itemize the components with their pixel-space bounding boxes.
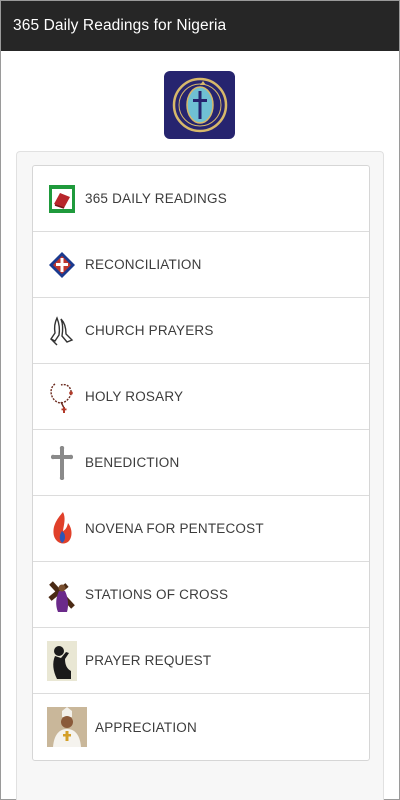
rosary-icon — [47, 380, 77, 414]
menu-item-label: 365 DAILY READINGS — [85, 191, 227, 206]
stations-cross-icon — [47, 578, 77, 612]
menu-item-novena-pentecost[interactable]: NOVENA FOR PENTECOST — [33, 496, 369, 562]
menu-item-stations-of-cross[interactable]: STATIONS OF CROSS — [33, 562, 369, 628]
menu-item-benediction[interactable]: BENEDICTION — [33, 430, 369, 496]
menu-item-holy-rosary[interactable]: HOLY ROSARY — [33, 364, 369, 430]
menu-item-daily-readings[interactable]: 365 DAILY READINGS — [33, 166, 369, 232]
menu-item-label: CHURCH PRAYERS — [85, 323, 214, 338]
kneeling-prayer-icon — [47, 640, 77, 681]
flame-icon — [47, 511, 77, 546]
app-title: 365 Daily Readings for Nigeria — [13, 17, 227, 34]
menu-item-appreciation[interactable]: APPRECIATION — [33, 694, 369, 760]
bishop-portrait-icon — [47, 707, 87, 747]
menu-item-label: RECONCILIATION — [85, 257, 202, 272]
menu-item-church-prayers[interactable]: CHURCH PRAYERS — [33, 298, 369, 364]
church-emblem-icon — [172, 77, 227, 133]
menu-item-label: PRAYER REQUEST — [85, 653, 212, 668]
menu-item-prayer-request[interactable]: PRAYER REQUEST — [33, 628, 369, 694]
app-logo — [164, 71, 235, 139]
menu-item-label: STATIONS OF CROSS — [85, 587, 229, 602]
app-title-bar: 365 Daily Readings for Nigeria — [1, 1, 399, 51]
menu-item-label: APPRECIATION — [95, 719, 197, 735]
main-menu: 365 DAILY READINGS RECONCILIATION CHURCH… — [32, 165, 370, 761]
reconciliation-icon — [47, 248, 77, 282]
bible-book-icon — [47, 182, 77, 216]
menu-item-label: HOLY ROSARY — [85, 389, 184, 404]
menu-item-reconciliation[interactable]: RECONCILIATION — [33, 232, 369, 298]
cross-icon — [47, 445, 77, 480]
praying-hands-icon — [47, 314, 77, 348]
menu-item-label: NOVENA FOR PENTECOST — [85, 521, 264, 536]
menu-item-label: BENEDICTION — [85, 455, 180, 470]
